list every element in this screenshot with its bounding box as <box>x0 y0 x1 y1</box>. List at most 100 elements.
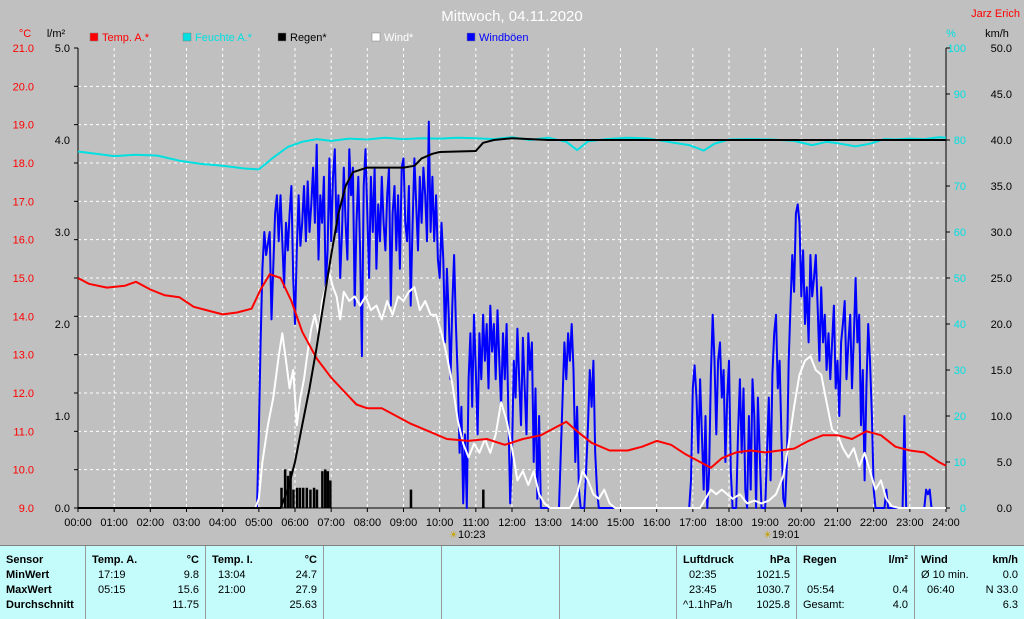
rain-bar <box>321 471 324 508</box>
rain-bar <box>326 471 330 508</box>
humidity-tick-label: 70 <box>954 181 966 193</box>
temp-i-max-value: 27.9 <box>295 584 317 596</box>
x-tick-label: 14:00 <box>571 517 599 529</box>
wind-avg-value: 6.3 <box>1002 599 1018 611</box>
humidity-axis-unit: % <box>946 28 956 40</box>
wind-tick-label: 45.0 <box>991 89 1012 101</box>
pressure-trend: ^1.1hPa/h <box>683 599 733 611</box>
x-tick-label: 13:00 <box>534 517 562 529</box>
humidity-tick-label: 10 <box>954 457 966 469</box>
rain-bar <box>301 487 305 508</box>
rain-max-value: 0.4 <box>892 584 908 596</box>
wind-tick-label: 10.0 <box>991 411 1012 423</box>
legend-swatch <box>182 32 192 42</box>
humidity-tick-label: 30 <box>954 365 966 377</box>
temp-a-min-value: 9.8 <box>183 569 199 581</box>
wind-tick-label: 50.0 <box>991 43 1012 55</box>
temp-axis-unit: °C <box>19 28 31 40</box>
rain-total-label: Gesamt: <box>803 599 845 611</box>
temp-i-avg-value: 25.63 <box>289 599 317 611</box>
temp-tick-label: 11.0 <box>13 426 34 438</box>
rain-bars <box>280 469 485 508</box>
humidity-tick-label: 100 <box>948 43 966 55</box>
humidity-tick-label: 20 <box>954 411 966 423</box>
temp-i-min-value: 24.7 <box>295 569 317 581</box>
x-tick-label: 22:00 <box>860 517 888 529</box>
temp-i-unit: °C <box>304 554 317 566</box>
humidity-tick-label: 40 <box>954 319 966 331</box>
legend-swatch <box>466 32 476 42</box>
wind-avg10-label: Ø 10 min. <box>921 569 969 581</box>
temp-tick-label: 15.0 <box>13 273 34 285</box>
x-tick-label: 18:00 <box>715 517 743 529</box>
wind-tick-label: 15.0 <box>991 365 1012 377</box>
x-tick-label: 00:00 <box>64 517 92 529</box>
legend-swatch <box>371 32 381 42</box>
temp-tick-label: 9.0 <box>19 503 34 515</box>
temp-tick-label: 13.0 <box>13 350 34 362</box>
wind-axis-unit: km/h <box>985 28 1009 40</box>
rain-bar <box>305 487 309 508</box>
wind-tick-label: 40.0 <box>991 135 1012 147</box>
x-tick-label: 19:00 <box>751 517 779 529</box>
x-tick-label: 03:00 <box>173 517 201 529</box>
legend-swatch <box>89 32 99 42</box>
legend-label: Wind* <box>384 32 414 44</box>
rain-header: Regen <box>803 554 837 566</box>
temp-tick-label: 19.0 <box>13 120 34 132</box>
stats-empty-column <box>324 546 442 619</box>
x-tick-label: 01:00 <box>100 517 128 529</box>
pressure-max-value: 1030.7 <box>756 584 790 596</box>
x-tick-label: 23:00 <box>896 517 924 529</box>
temp-a-max-value: 15.6 <box>177 584 199 596</box>
temp-tick-label: 18.0 <box>13 158 34 170</box>
temp-a-unit: °C <box>186 554 199 566</box>
temp-a-max-time: 05:15 <box>98 584 126 596</box>
rain-bar <box>482 489 485 508</box>
temp-tick-label: 16.0 <box>13 235 34 247</box>
wind-header: Wind <box>921 554 948 566</box>
temp-a-min-time: 17:19 <box>98 569 126 581</box>
sunset-time: 19:01 <box>772 529 800 541</box>
row-label-avg: Durchschnitt <box>6 599 74 611</box>
x-tick-label: 07:00 <box>317 517 345 529</box>
x-tick-label: 11:00 <box>462 517 489 529</box>
temp-i-max-time: 21:00 <box>218 584 246 596</box>
row-label-min: MinWert <box>6 569 50 581</box>
rain-tick-label: 4.0 <box>55 135 70 147</box>
stats-pressure-column: Luftdruck hPa 02:35 1021.5 23:45 1030.7 ^1.… <box>677 546 797 619</box>
x-tick-label: 05:00 <box>245 517 273 529</box>
x-tick-label: 12:00 <box>498 517 526 529</box>
x-tick-label: 08:00 <box>354 517 382 529</box>
x-tick-label: 10:00 <box>426 517 454 529</box>
rain-tick-label: 2.0 <box>55 319 70 331</box>
x-tick-label: 02:00 <box>137 517 165 529</box>
humidity-tick-label: 0 <box>960 503 966 515</box>
x-tick-label: 20:00 <box>788 517 816 529</box>
rain-bar <box>292 489 295 508</box>
rain-axis-unit: l/m² <box>47 28 66 40</box>
pressure-avg-value: 1025.8 <box>756 599 790 611</box>
temp-i-header: Temp. I. <box>212 554 253 566</box>
rain-bar <box>329 480 332 508</box>
pressure-min-value: 1021.5 <box>756 569 790 581</box>
sun-icon: ☀ <box>449 530 458 541</box>
wind-tick-label: 20.0 <box>991 319 1012 331</box>
rain-bar <box>283 469 287 508</box>
x-tick-label: 15:00 <box>607 517 635 529</box>
stats-temp-i-column: Temp. I. °C 13:04 24.7 21:00 27.9 25.63 <box>206 546 324 619</box>
pressure-min-time: 02:35 <box>689 569 717 581</box>
temp-tick-label: 20.0 <box>13 81 34 93</box>
wind-tick-label: 5.0 <box>997 457 1012 469</box>
temp-tick-label: 17.0 <box>13 196 34 208</box>
wind-tick-label: 35.0 <box>991 181 1012 193</box>
pressure-max-time: 23:45 <box>689 584 717 596</box>
legend-label: Windböen <box>479 32 529 44</box>
rain-unit: l/m² <box>888 554 908 566</box>
rain-total-value: 4.0 <box>892 599 908 611</box>
statistics-panel: Sensor MinWert MaxWert Durchschnitt Temp… <box>0 545 1024 619</box>
rain-bar <box>409 489 413 508</box>
rain-bar <box>324 469 327 508</box>
sunrise-time: 10:23 <box>458 529 486 541</box>
row-label-max: MaxWert <box>6 584 52 596</box>
